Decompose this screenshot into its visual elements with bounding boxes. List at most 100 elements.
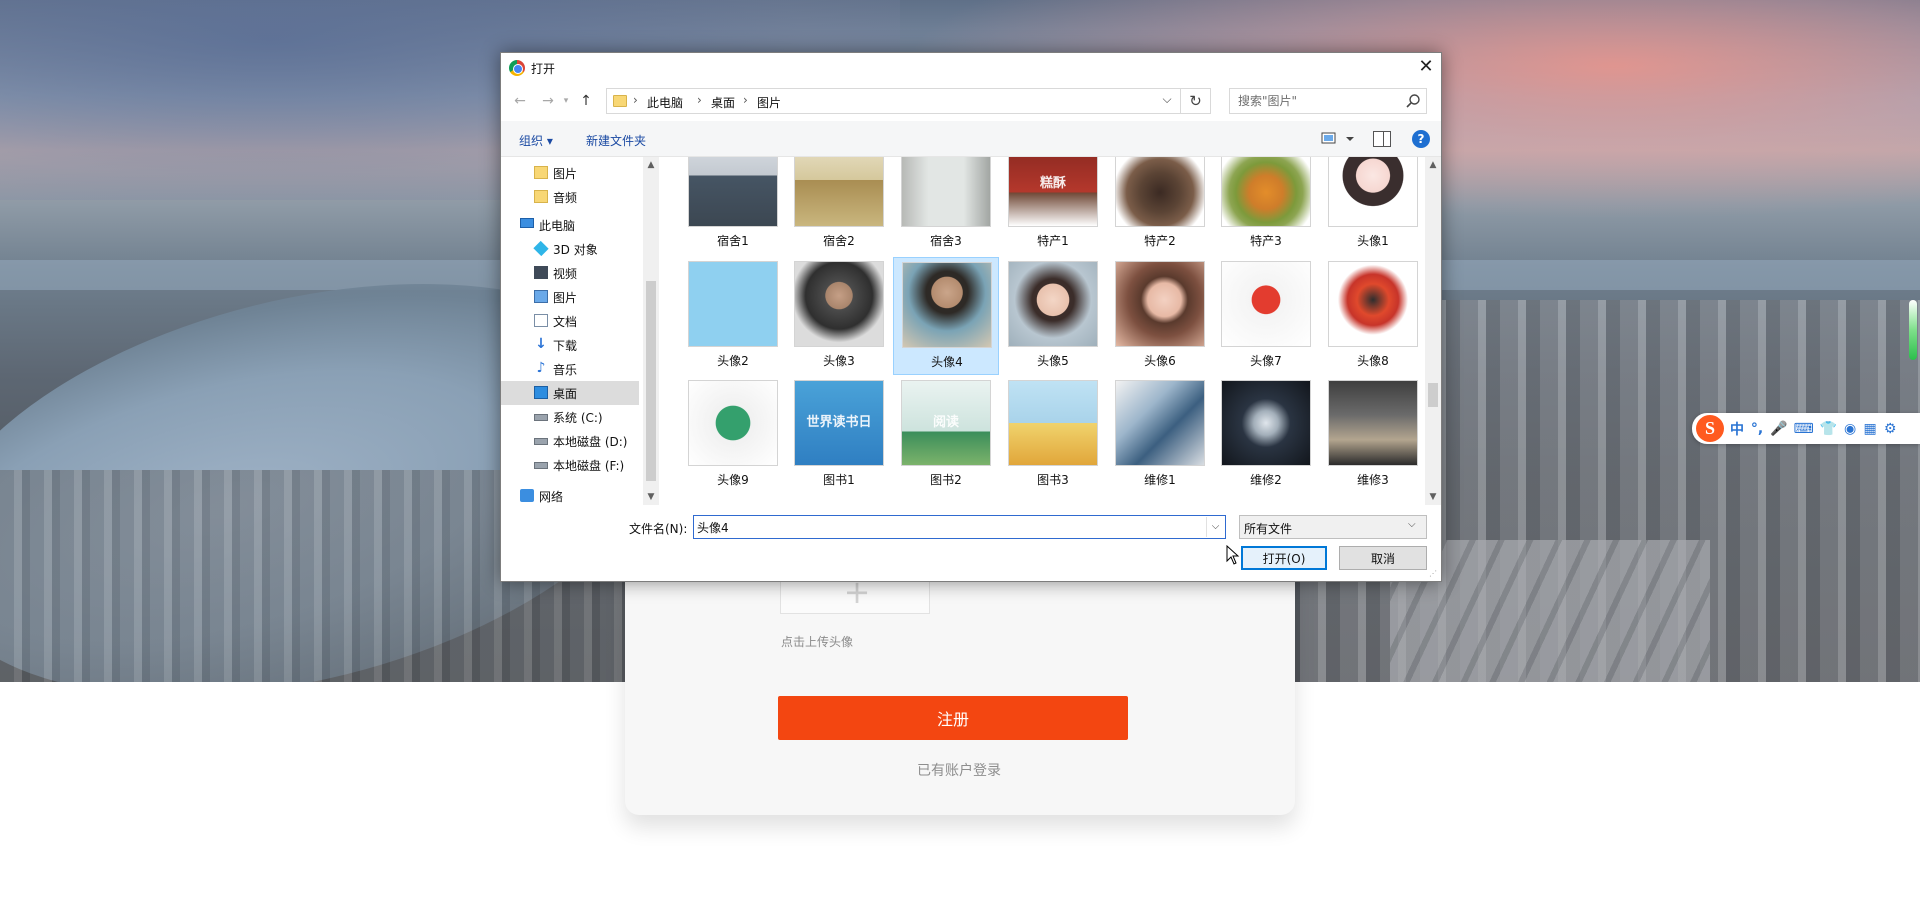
file-item[interactable]: 维修1 (1107, 376, 1213, 494)
file-item[interactable]: 头像2 (680, 257, 786, 375)
tree-item-label: 此电脑 (539, 219, 576, 233)
ime-voice-icon[interactable]: 🎤 (1770, 421, 1787, 437)
scrollbar-thumb[interactable] (1428, 383, 1438, 407)
tree-item[interactable]: 图片 (501, 285, 639, 309)
ime-settings-icon[interactable]: ⚙ (1883, 421, 1897, 437)
breadcrumb-this-pc[interactable]: 此电脑 (647, 94, 683, 111)
file-item[interactable]: 头像7 (1213, 257, 1319, 375)
filetype-select[interactable]: 所有文件 ⌵ (1239, 515, 1427, 539)
tree-item-label: 图片 (553, 167, 578, 181)
file-thumbnail (901, 157, 991, 227)
resize-grip-icon[interactable]: ⋰ (1429, 569, 1439, 579)
address-bar[interactable]: › 此电脑 › 桌面 › 图片 ⌵ (606, 88, 1181, 114)
ime-toolbox-icon[interactable]: ◉ (1843, 421, 1857, 437)
tree-item[interactable]: 系统 (C:) (501, 405, 639, 429)
file-name: 头像4 (931, 355, 963, 369)
network-icon (520, 489, 534, 502)
cancel-button[interactable]: 取消 (1339, 546, 1427, 570)
file-thumbnail (688, 380, 778, 466)
tree-item[interactable]: 桌面 (501, 381, 639, 405)
login-link[interactable]: 已有账户登录 (917, 760, 1001, 780)
breadcrumb-desktop[interactable]: 桌面 (711, 94, 735, 111)
tree-item[interactable]: 图片 (501, 161, 639, 185)
scroll-down-icon[interactable]: ▼ (1425, 489, 1441, 505)
sogou-logo-icon[interactable]: S (1696, 415, 1724, 442)
download-icon: ↓ (535, 336, 547, 352)
file-item[interactable]: 头像3 (786, 257, 892, 375)
tree-item[interactable]: 3D 对象 (501, 237, 639, 261)
chevron-down-icon[interactable]: ⌵ (1206, 517, 1224, 537)
file-item[interactable]: 宿舍2 (786, 157, 892, 255)
search-box[interactable] (1229, 88, 1427, 114)
file-item[interactable]: 头像8 (1320, 257, 1425, 375)
file-thumbnail (1328, 261, 1418, 347)
file-item[interactable]: 特产2 (1107, 157, 1213, 255)
file-item[interactable]: 头像6 (1107, 257, 1213, 375)
ime-toolbar[interactable]: S 中 °, 🎤 ⌨ 👕 ◉ ▦ ⚙ (1692, 413, 1920, 444)
tree-item[interactable]: ↓ 下载 (501, 333, 639, 357)
drive-icon (534, 462, 548, 469)
close-icon[interactable]: ✕ (1411, 53, 1441, 83)
preview-pane-icon[interactable] (1373, 131, 1391, 147)
tree-item[interactable]: 网络 (501, 484, 639, 505)
folder-icon (534, 166, 548, 179)
file-item[interactable]: 头像9 (680, 376, 786, 494)
file-item[interactable]: 世界读书日 图书1 (786, 376, 892, 494)
back-arrow-icon[interactable]: ← (511, 93, 529, 111)
file-item[interactable]: 头像5 (1000, 257, 1106, 375)
file-item[interactable]: 头像1 (1320, 157, 1425, 255)
refresh-icon[interactable]: ↻ (1181, 88, 1211, 114)
file-item[interactable]: 特产3 (1213, 157, 1319, 255)
navigation-tree: 图片 音频 此电脑 3D 对象 视频 图片 文档 ↓ 下载 ♪ 音乐 桌面 系统 (C:) 本地磁盘 (D… (501, 157, 643, 505)
register-button[interactable]: 注册 (778, 696, 1128, 740)
organize-menu[interactable]: 组织 ▾ (519, 132, 553, 149)
scroll-down-icon[interactable]: ▼ (643, 489, 659, 505)
tree-item[interactable]: 文档 (501, 309, 639, 333)
forward-arrow-icon[interactable]: → (539, 93, 557, 111)
file-item[interactable]: 维修2 (1213, 376, 1319, 494)
recent-locations-icon[interactable]: ▾ (557, 93, 575, 111)
scroll-up-icon[interactable]: ▲ (1425, 157, 1441, 173)
help-icon[interactable]: ? (1412, 130, 1430, 148)
tree-item[interactable]: 音频 (501, 185, 639, 209)
file-scrollbar[interactable]: ▲ ▼ (1425, 157, 1441, 505)
ime-chinese-mode[interactable]: 中 (1730, 419, 1744, 439)
ime-punctuation-icon[interactable]: °, (1750, 421, 1764, 437)
file-name: 宿舍3 (930, 234, 962, 248)
ime-grid-icon[interactable]: ▦ (1863, 421, 1877, 437)
view-options-icon[interactable] (1321, 130, 1357, 148)
ime-skin-icon[interactable]: 👕 (1820, 421, 1837, 437)
file-name: 特产2 (1144, 234, 1176, 248)
file-item[interactable]: 宿舍3 (893, 157, 999, 255)
search-input[interactable] (1230, 89, 1400, 113)
file-item[interactable]: 宿舍1 (680, 157, 786, 255)
file-thumbnail (688, 157, 778, 227)
tree-item[interactable]: ♪ 音乐 (501, 357, 639, 381)
filename-combobox[interactable]: ⌵ (693, 515, 1226, 539)
file-item[interactable]: 图书3 (1000, 376, 1106, 494)
tree-item[interactable]: 本地磁盘 (D:) (501, 429, 639, 453)
file-thumbnail (1328, 380, 1418, 466)
tree-scrollbar[interactable]: ▲ ▼ (643, 157, 659, 505)
scrollbar-thumb[interactable] (646, 281, 656, 481)
filename-input[interactable] (694, 516, 1204, 538)
filename-label: 文件名(N): (629, 522, 688, 536)
ime-keyboard-icon[interactable]: ⌨ (1793, 421, 1813, 437)
tree-item[interactable]: 此电脑 (501, 213, 639, 237)
open-button[interactable]: 打开(O) (1241, 546, 1327, 570)
file-item[interactable]: 糕酥 特产1 (1000, 157, 1106, 255)
tree-item[interactable]: 视频 (501, 261, 639, 285)
file-thumbnail: 阅读 (901, 380, 991, 466)
file-item[interactable]: 维修3 (1320, 376, 1425, 494)
dialog-titlebar[interactable]: 打开 ✕ (501, 53, 1441, 83)
file-item[interactable]: 阅读 图书2 (893, 376, 999, 494)
breadcrumb-pictures[interactable]: 图片 (757, 94, 781, 111)
search-icon[interactable] (1405, 93, 1421, 109)
tree-item[interactable]: 本地磁盘 (F:) (501, 453, 639, 477)
new-folder-button[interactable]: 新建文件夹 (586, 132, 646, 149)
drive-icon (534, 414, 548, 421)
file-item[interactable]: 头像4 (893, 257, 999, 375)
chevron-down-icon[interactable]: ⌵ (1157, 92, 1177, 107)
scroll-up-icon[interactable]: ▲ (643, 157, 659, 173)
up-arrow-icon[interactable]: ↑ (577, 93, 595, 111)
